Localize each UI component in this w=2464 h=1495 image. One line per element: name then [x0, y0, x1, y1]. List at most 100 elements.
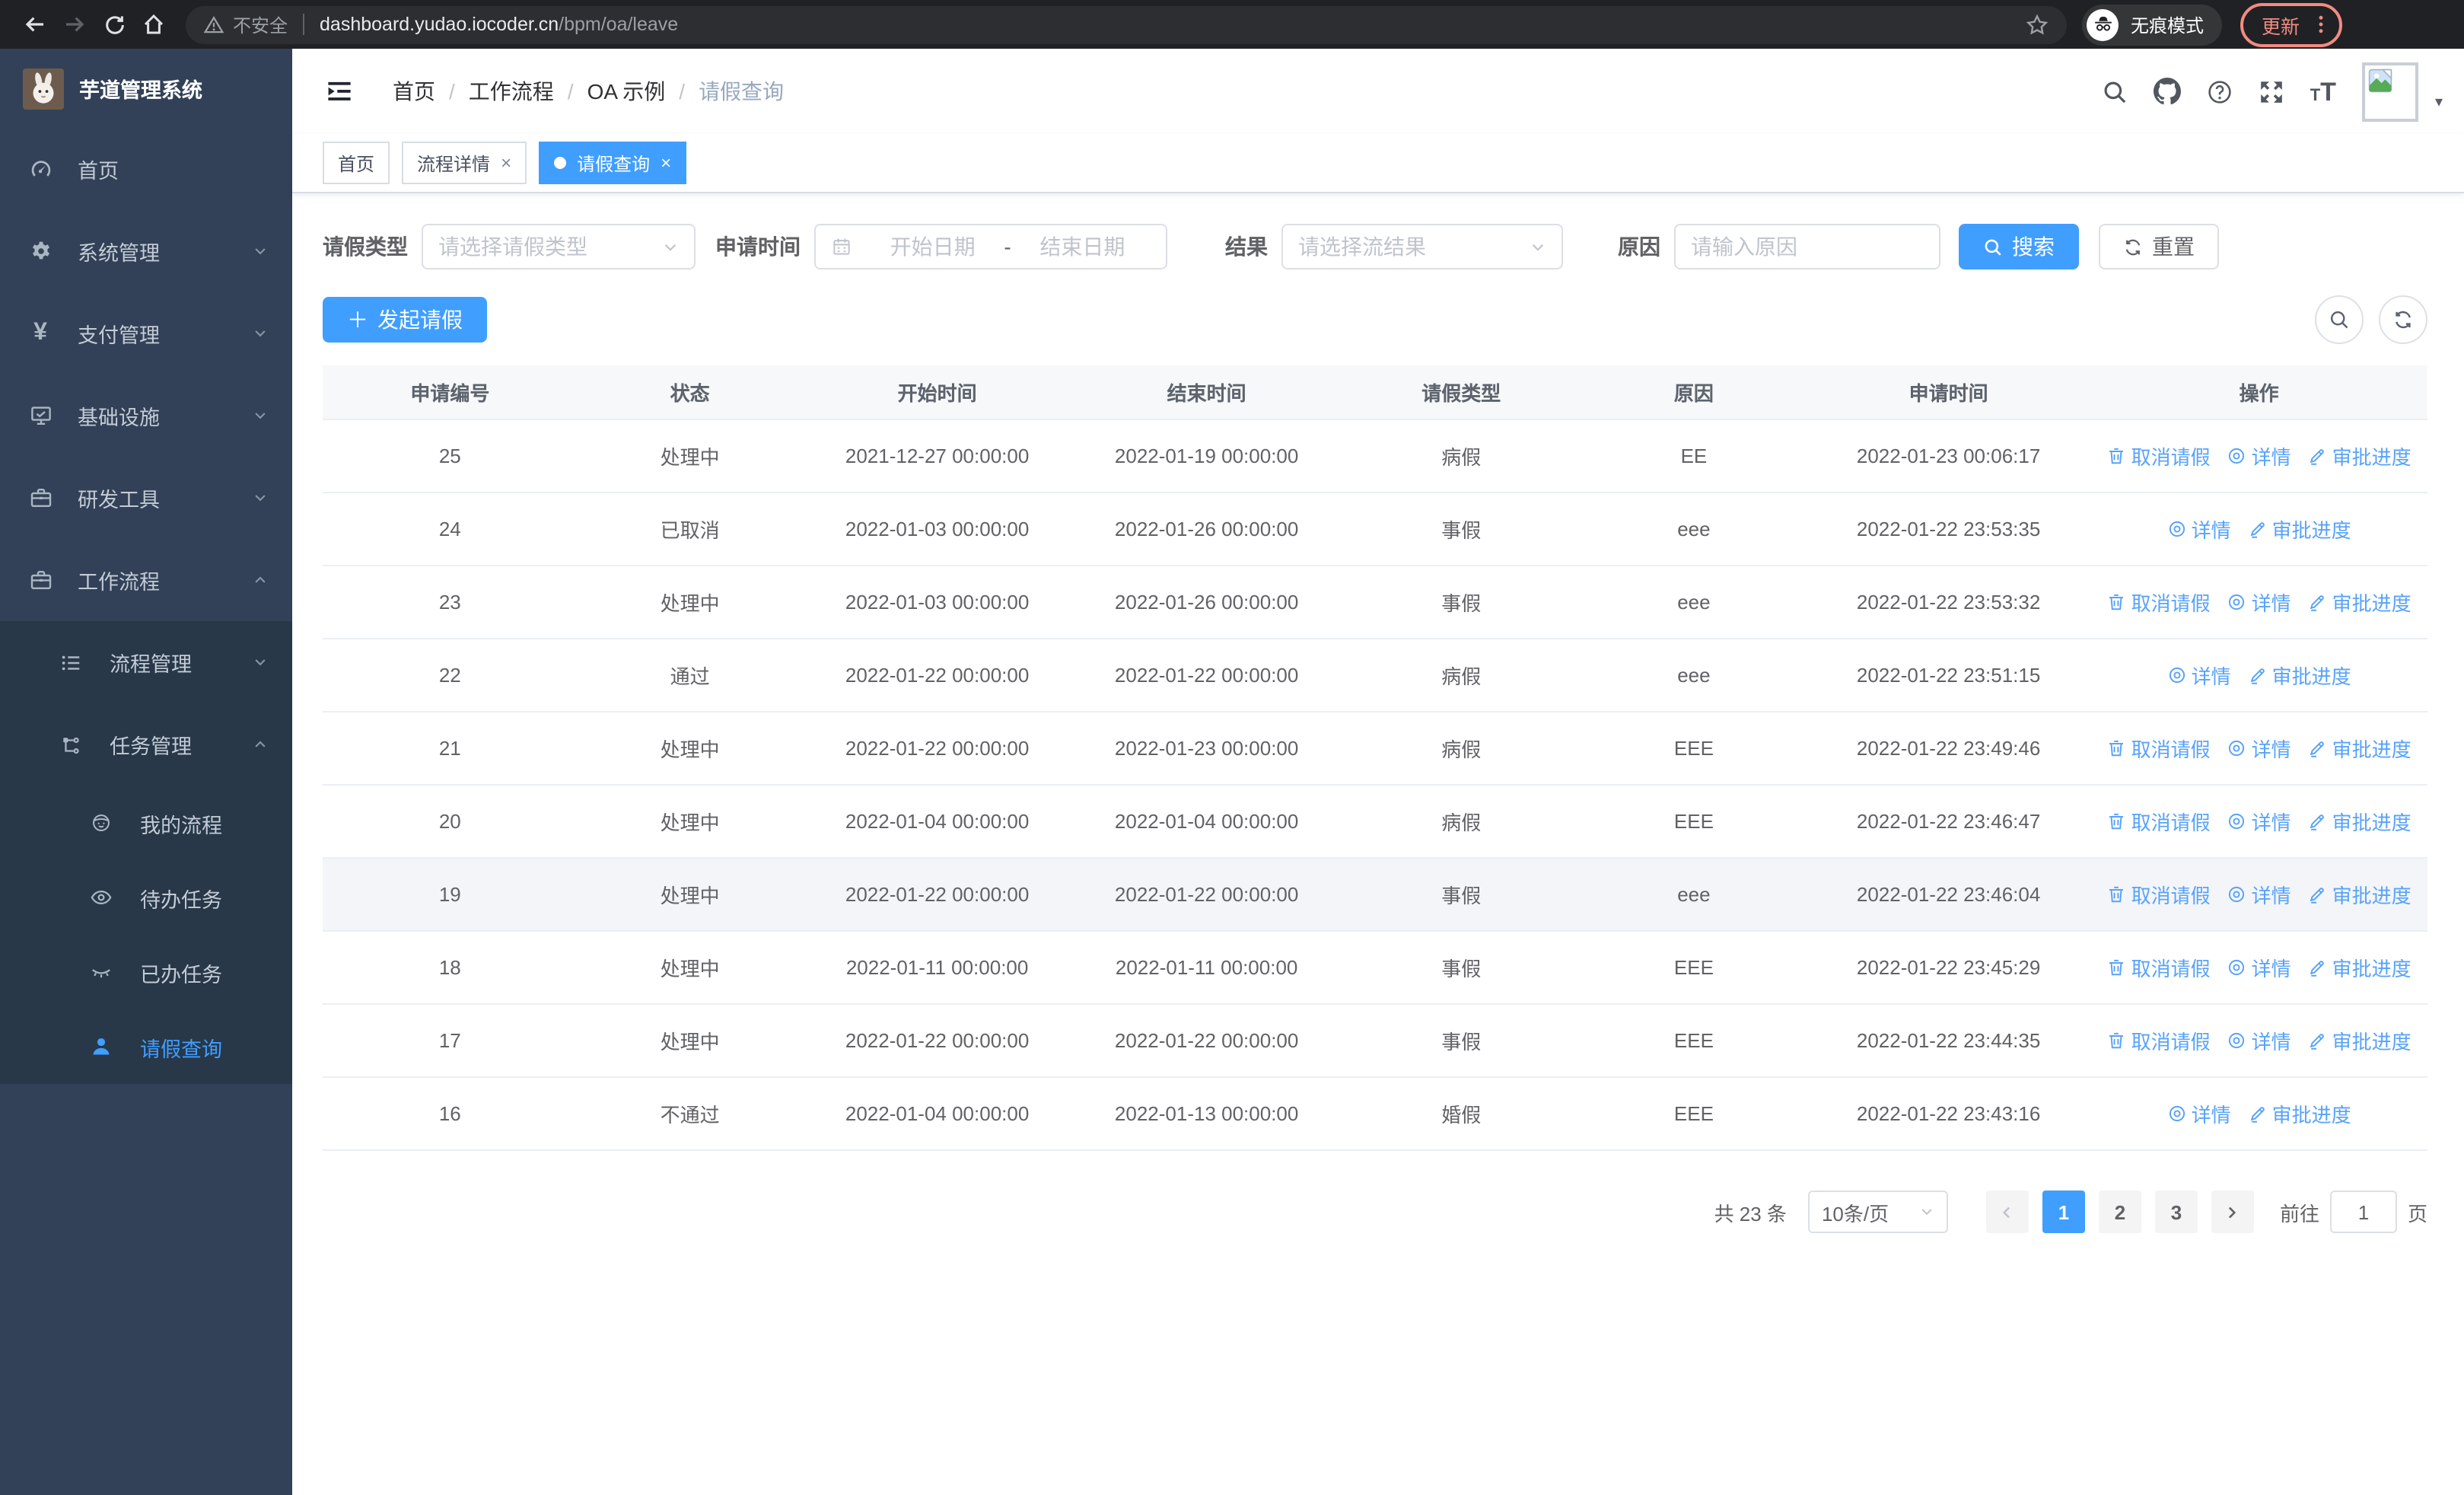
approval-progress-link[interactable]: 审批进度	[2308, 588, 2411, 617]
cancel-leave-link[interactable]: 取消请假	[2107, 441, 2211, 470]
approval-progress-link[interactable]: 审批进度	[2248, 515, 2351, 543]
address-bar[interactable]: 不安全 dashboard.yudao.iocoder.cn/bpm/oa/le…	[186, 5, 2067, 43]
action-label: 审批进度	[2332, 811, 2411, 834]
action-label: 取消请假	[2131, 958, 2211, 980]
approval-progress-link[interactable]: 审批进度	[2308, 807, 2411, 836]
chevron-down-icon	[253, 326, 268, 341]
view-detail-link[interactable]: 详情	[2227, 880, 2291, 909]
tab-leave-query[interactable]: 请假查询 ×	[539, 142, 687, 184]
browser-update-button[interactable]: 更新	[2240, 2, 2343, 46]
sidebar-item-todo-tasks[interactable]: 待办任务	[0, 860, 292, 935]
approval-progress-link[interactable]: 审批进度	[2308, 1026, 2411, 1055]
search-button[interactable]: 搜索	[1959, 224, 2079, 269]
cancel-leave-link[interactable]: 取消请假	[2107, 880, 2211, 909]
sidebar-item-task-management[interactable]: 任务管理	[0, 703, 292, 786]
create-leave-label: 发起请假	[377, 308, 463, 332]
fullscreen-icon[interactable]	[2259, 78, 2284, 104]
list-icon	[58, 651, 84, 674]
view-detail-link[interactable]: 详情	[2227, 953, 2291, 982]
sidebar-item-process-management[interactable]: 流程管理	[0, 621, 292, 703]
kebab-menu-icon[interactable]	[2310, 14, 2332, 35]
bookmark-star-icon[interactable]	[2026, 13, 2049, 36]
sidebar-item-system[interactable]: 系统管理	[0, 210, 292, 292]
sidebar-item-workflow[interactable]: 工作流程	[0, 539, 292, 621]
next-page-button[interactable]	[2211, 1191, 2254, 1233]
breadcrumb-item[interactable]: 首页	[393, 76, 435, 107]
create-leave-button[interactable]: ＋ 发起请假	[323, 297, 487, 343]
page-button-1[interactable]: 1	[2042, 1191, 2085, 1233]
approval-progress-link[interactable]: 审批进度	[2248, 661, 2351, 690]
view-detail-link[interactable]: 详情	[2227, 807, 2291, 836]
sidebar-item-payment[interactable]: ¥ 支付管理	[0, 292, 292, 375]
approval-progress-link[interactable]: 审批进度	[2308, 734, 2411, 763]
not-secure-warning[interactable]: 不安全	[204, 11, 288, 37]
avatar[interactable]	[2361, 62, 2418, 121]
top-navbar: 首页 / 工作流程 / OA 示例 / 请假查询 T T ▾	[292, 49, 2464, 134]
sidebar-item-leave-query[interactable]: 请假查询	[0, 1009, 292, 1084]
close-icon[interactable]: ×	[501, 154, 511, 172]
cancel-leave-link[interactable]: 取消请假	[2107, 734, 2211, 763]
row-actions: 取消请假 详情 审批进度	[2090, 419, 2427, 493]
view-detail-link[interactable]: 详情	[2227, 1026, 2291, 1055]
app-logo[interactable]: 芋道管理系统	[0, 49, 292, 128]
action-label: 详情	[2251, 885, 2291, 907]
font-size-icon[interactable]: TT	[2310, 78, 2336, 104]
view-detail-link[interactable]: 详情	[2167, 515, 2231, 543]
chevron-down-icon	[253, 490, 268, 505]
cancel-leave-icon	[2107, 811, 2127, 831]
view-detail-link[interactable]: 详情	[2227, 734, 2291, 763]
table-cell: 2022-01-22 23:53:35	[1806, 492, 2091, 566]
sidebar-item-devtools[interactable]: 研发工具	[0, 457, 292, 539]
approval-progress-link[interactable]: 审批进度	[2308, 880, 2411, 909]
sidebar-item-my-process[interactable]: 我的流程	[0, 786, 292, 860]
table-cell: 23	[323, 566, 578, 639]
view-detail-link[interactable]: 详情	[2167, 1099, 2231, 1128]
chevron-down-icon	[253, 655, 268, 670]
result-select[interactable]: 请选择流结果	[1281, 224, 1563, 269]
approval-progress-link[interactable]: 审批进度	[2308, 441, 2411, 470]
cancel-leave-link[interactable]: 取消请假	[2107, 807, 2211, 836]
cancel-leave-link[interactable]: 取消请假	[2107, 953, 2211, 982]
page-button-3[interactable]: 3	[2154, 1191, 2198, 1233]
cancel-leave-icon	[2107, 885, 2127, 904]
leave-type-select[interactable]: 请选择请假类型	[422, 224, 696, 269]
sidebar-item-infrastructure[interactable]: 基础设施	[0, 375, 292, 457]
page-size-select[interactable]: 10条/页	[1807, 1191, 1948, 1233]
prev-page-button[interactable]	[1985, 1191, 2029, 1233]
approval-progress-link[interactable]: 审批进度	[2248, 1099, 2351, 1128]
table-cell: 2022-01-23 00:06:17	[1806, 419, 2091, 493]
cancel-leave-link[interactable]: 取消请假	[2107, 1026, 2211, 1055]
help-icon[interactable]	[2207, 78, 2233, 104]
reason-input[interactable]: 请输入原因	[1674, 224, 1940, 269]
browser-reload-icon[interactable]	[94, 5, 134, 44]
toggle-search-button[interactable]	[2315, 295, 2364, 344]
pagination-total: 共 23 条	[1714, 1202, 1787, 1225]
page-button-2[interactable]: 2	[2098, 1191, 2141, 1233]
tab-process-detail[interactable]: 流程详情 ×	[402, 142, 527, 184]
reset-button[interactable]: 重置	[2099, 224, 2219, 269]
breadcrumb-item[interactable]: OA 示例	[587, 76, 666, 107]
table-row: 16 不通过 2022-01-04 00:00:00 2022-01-13 00:00…	[323, 1077, 2427, 1151]
search-icon[interactable]	[2102, 78, 2128, 104]
browser-home-icon[interactable]	[134, 5, 173, 44]
approval-progress-link[interactable]: 审批进度	[2308, 953, 2411, 982]
action-label: 详情	[2191, 1104, 2231, 1127]
view-detail-link[interactable]: 详情	[2167, 661, 2231, 690]
apply-time-range-picker[interactable]: 开始日期 - 结束日期	[814, 224, 1167, 269]
avatar-caret-icon[interactable]: ▾	[2435, 94, 2443, 110]
goto-page-input[interactable]	[2329, 1191, 2397, 1233]
breadcrumb-item[interactable]: 工作流程	[469, 76, 554, 107]
sidebar-item-done-tasks[interactable]: 已办任务	[0, 935, 292, 1009]
sidebar-item-home[interactable]: 首页	[0, 128, 292, 210]
sidebar-fold-icon[interactable]	[326, 78, 353, 105]
browser-back-icon[interactable]	[15, 5, 55, 44]
view-detail-link[interactable]: 详情	[2227, 588, 2291, 617]
view-detail-link[interactable]: 详情	[2227, 441, 2291, 470]
github-icon[interactable]	[2153, 78, 2181, 105]
browser-forward-icon[interactable]	[55, 5, 94, 44]
refresh-table-button[interactable]	[2379, 295, 2427, 344]
table-cell: 病假	[1341, 712, 1581, 786]
tab-home[interactable]: 首页	[323, 142, 390, 184]
cancel-leave-link[interactable]: 取消请假	[2107, 588, 2211, 617]
close-icon[interactable]: ×	[661, 154, 671, 172]
